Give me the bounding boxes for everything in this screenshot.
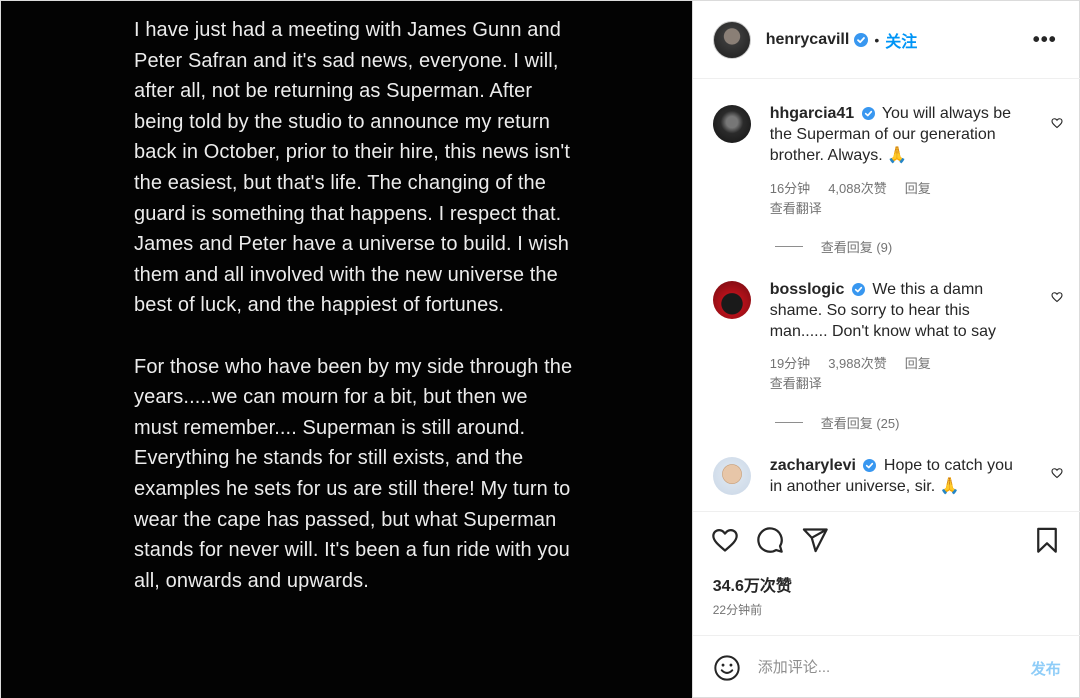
comment-body: hhgarcia41 You will always be the Superm… — [770, 103, 1030, 166]
image-paragraph-2: For those who have been by my side throu… — [134, 355, 573, 592]
image-paragraph-1: I have just had a meeting with James Gun… — [134, 19, 570, 317]
comment-like-heart-icon[interactable] — [1051, 117, 1063, 129]
add-comment-bar: 发布 — [692, 635, 1080, 698]
comment-body: zacharylevi Hope to catch you in another… — [770, 455, 1030, 497]
heart-icon[interactable] — [711, 526, 739, 554]
comment-time: 16分钟 — [769, 181, 811, 196]
verified-badge-icon — [854, 32, 869, 47]
post-header: henrycavill • 关注 ••• — [692, 1, 1080, 79]
verified-badge-icon — [861, 107, 875, 120]
comment-item: bosslogic We this a damn shame. So sorry… — [712, 279, 1073, 459]
comment-reply-button[interactable]: 回复 — [905, 178, 931, 197]
comments-list[interactable]: hhgarcia41 You will always be the Superm… — [693, 79, 1080, 511]
verified-badge-icon — [863, 459, 877, 472]
follow-button[interactable]: 关注 — [885, 28, 917, 52]
comment-reply-button[interactable]: 回复 — [905, 353, 931, 372]
comment-username[interactable]: zacharylevi — [770, 457, 856, 474]
comment-time: 19分钟 — [769, 356, 811, 371]
view-replies-button[interactable]: 查看回复 (9) — [774, 237, 893, 256]
post-image-text: I have just had a meeting with James Gun… — [134, 15, 574, 627]
comment-avatar[interactable] — [712, 457, 751, 495]
comment-item: hhgarcia41 You will always be the Superm… — [712, 103, 1073, 283]
comment-username[interactable]: bosslogic — [770, 281, 845, 298]
view-replies-label[interactable]: 查看回复 (9) — [821, 237, 893, 256]
likes-count[interactable]: 34.6万次赞 — [713, 572, 792, 596]
comment-item: zacharylevi Hope to catch you in another… — [712, 455, 1073, 511]
comment-like-heart-icon[interactable] — [1051, 291, 1063, 303]
view-replies-label[interactable]: 查看回复 (25) — [821, 413, 900, 432]
comment-avatar[interactable] — [712, 281, 751, 319]
see-translation-button[interactable]: 查看翻译 — [770, 373, 822, 392]
comment-input[interactable] — [757, 659, 1008, 676]
bookmark-icon[interactable] — [1033, 526, 1061, 554]
comment-meta: 16分钟 4,088次赞 回复 — [770, 178, 931, 197]
post-image: I have just had a meeting with James Gun… — [1, 1, 692, 698]
post-actions: 34.6万次赞 22分钟前 — [692, 511, 1080, 651]
comment-likes[interactable]: 3,988次赞 — [828, 353, 887, 372]
post-timestamp: 22分钟前 — [712, 603, 763, 617]
comment-body: bosslogic We this a damn shame. So sorry… — [770, 279, 1030, 342]
comment-username[interactable]: hhgarcia41 — [770, 105, 854, 122]
view-replies-button[interactable]: 查看回复 (25) — [774, 413, 900, 432]
replies-divider-line — [774, 246, 803, 247]
author-avatar[interactable] — [712, 20, 751, 59]
author-username[interactable]: henrycavill — [766, 31, 850, 49]
post-comment-button[interactable]: 发布 — [1031, 658, 1061, 679]
comment-like-heart-icon[interactable] — [1051, 467, 1063, 479]
smiley-icon[interactable] — [713, 654, 741, 682]
comment-bubble-icon[interactable] — [756, 526, 784, 554]
header-separator: • — [874, 31, 880, 48]
comment-avatar[interactable] — [712, 105, 751, 143]
comment-likes[interactable]: 4,088次赞 — [828, 178, 887, 197]
instagram-post: I have just had a meeting with James Gun… — [0, 0, 1080, 698]
replies-divider-line — [774, 422, 803, 423]
post-sidebar: henrycavill • 关注 ••• hhgarcia41 You will… — [691, 1, 1080, 698]
verified-badge-icon — [851, 283, 865, 296]
comment-meta: 19分钟 3,988次赞 回复 — [770, 353, 931, 372]
see-translation-button[interactable]: 查看翻译 — [770, 198, 822, 217]
paper-plane-icon[interactable] — [801, 526, 829, 554]
more-options-icon[interactable]: ••• — [1033, 29, 1057, 52]
